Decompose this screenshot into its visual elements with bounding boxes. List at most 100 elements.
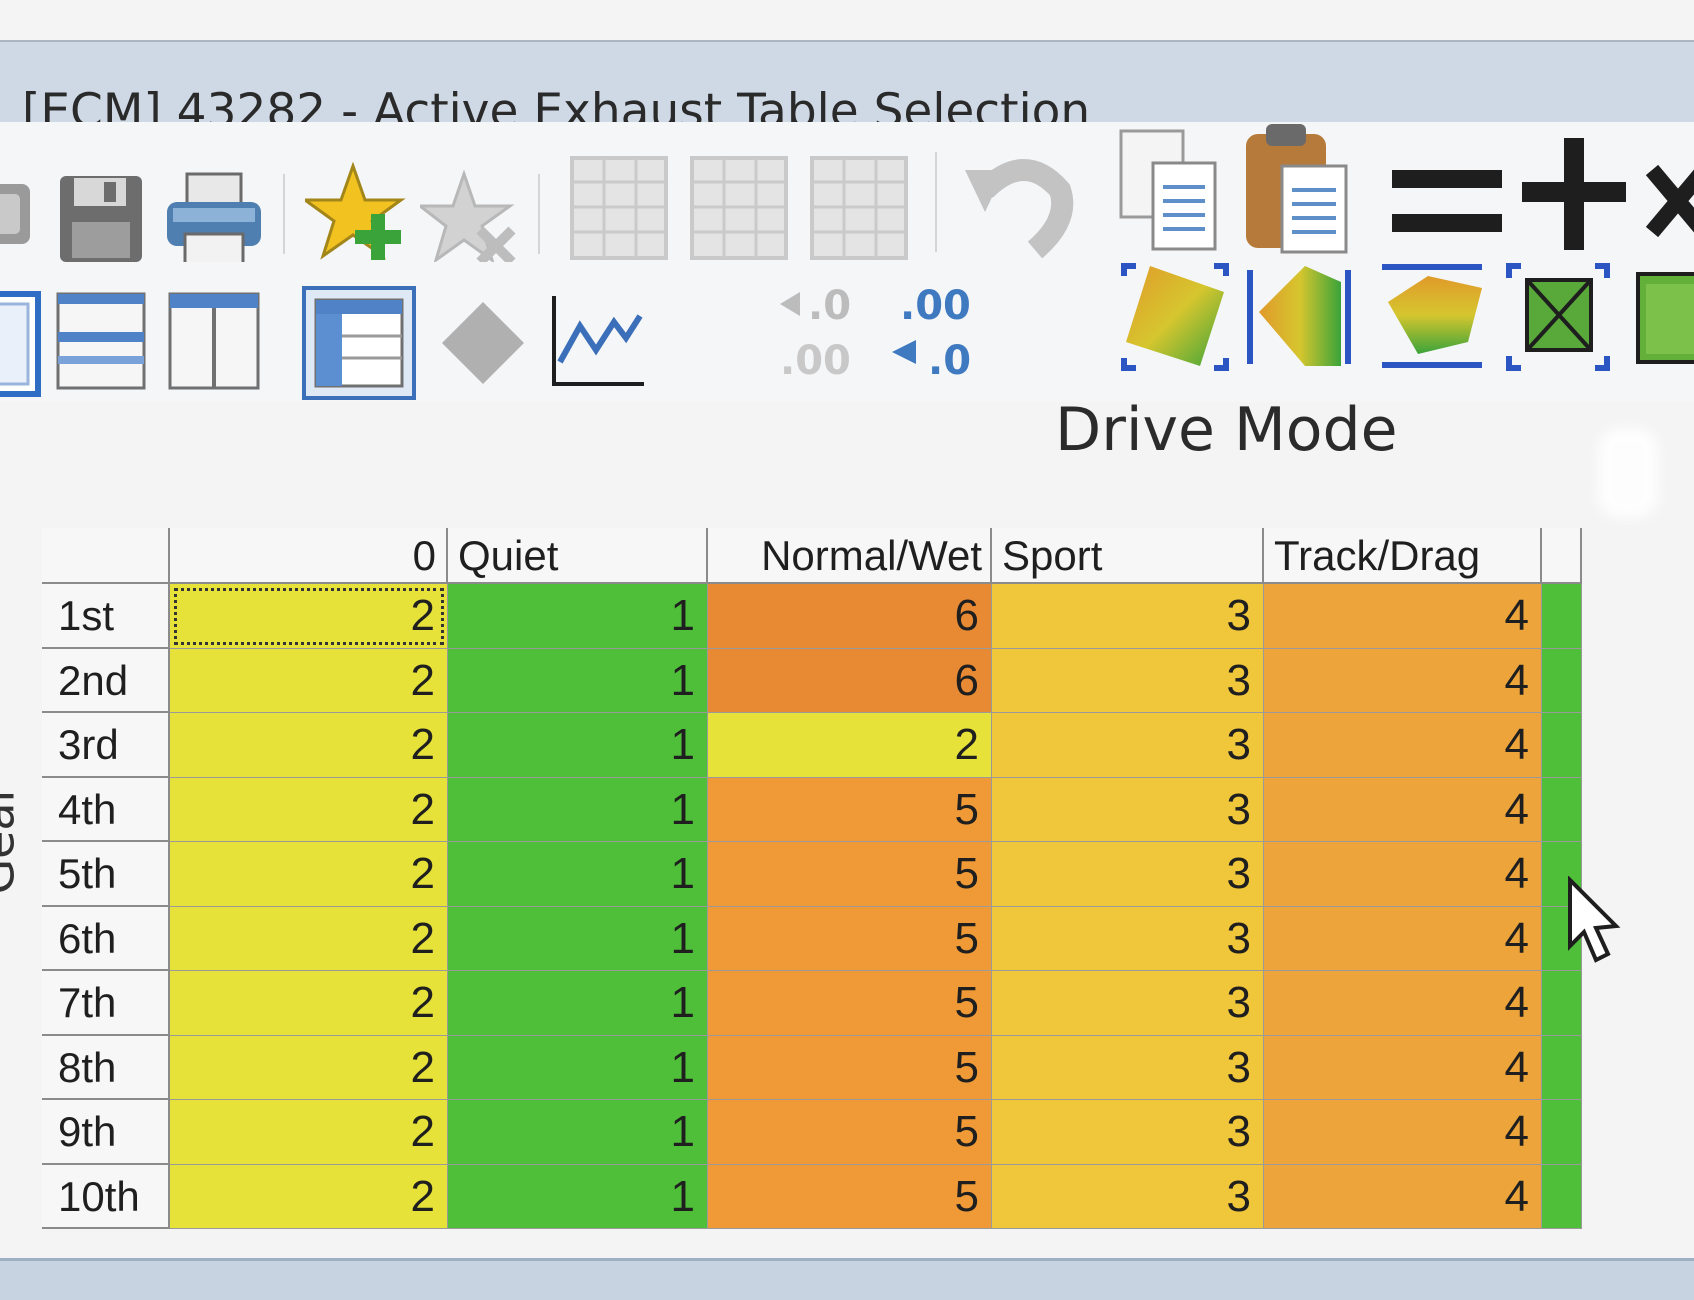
- table-cell[interactable]: 3: [992, 971, 1264, 1036]
- table-cell[interactable]: 2: [170, 842, 448, 907]
- save-icon[interactable]: [58, 174, 146, 266]
- interpolate-horizontal-icon[interactable]: [1245, 262, 1355, 372]
- table-cell[interactable]: 1: [448, 971, 708, 1036]
- table-cell[interactable]: 6: [708, 648, 992, 713]
- print-icon[interactable]: [165, 170, 265, 270]
- column-header[interactable]: Sport: [992, 528, 1264, 584]
- table-cell[interactable]: 2: [170, 777, 448, 842]
- add-favorite-icon[interactable]: [305, 162, 415, 272]
- row-header[interactable]: 3rd: [42, 713, 170, 778]
- table-cell-overflow[interactable]: [1542, 584, 1582, 649]
- fill-icon[interactable]: [1505, 262, 1615, 372]
- smooth-icon[interactable]: [1634, 270, 1694, 370]
- table-view-alt-icon[interactable]: [690, 152, 790, 262]
- table-view-selected-icon[interactable]: [300, 284, 420, 404]
- table-cell[interactable]: 2: [170, 906, 448, 971]
- column-header[interactable]: Track/Drag: [1264, 528, 1542, 584]
- table-cell[interactable]: 3: [992, 1164, 1264, 1229]
- table-cell-overflow[interactable]: [1542, 1100, 1582, 1165]
- table-cell[interactable]: 2: [170, 1100, 448, 1165]
- subtract-icon[interactable]: [1392, 152, 1504, 252]
- table-cell[interactable]: 5: [708, 906, 992, 971]
- row-header[interactable]: 8th: [42, 1035, 170, 1100]
- row-header[interactable]: 4th: [42, 777, 170, 842]
- table-cell-overflow[interactable]: [1542, 648, 1582, 713]
- table-cell[interactable]: 3: [992, 777, 1264, 842]
- table-cell[interactable]: 5: [708, 777, 992, 842]
- paste-icon[interactable]: [1242, 120, 1352, 260]
- table-cell[interactable]: 3: [992, 648, 1264, 713]
- copy-icon[interactable]: [1115, 127, 1225, 257]
- table-cell[interactable]: 1: [448, 1164, 708, 1229]
- table-cell[interactable]: 1: [448, 842, 708, 907]
- graph-icon[interactable]: [548, 292, 648, 392]
- column-header[interactable]: 0: [170, 528, 448, 584]
- table-cell[interactable]: 4: [1264, 584, 1542, 649]
- table-cell[interactable]: 4: [1264, 713, 1542, 778]
- table-cell[interactable]: 3: [992, 584, 1264, 649]
- interpolate-icon[interactable]: [1120, 262, 1230, 372]
- table-cell[interactable]: 5: [708, 842, 992, 907]
- split-vertical-icon[interactable]: [56, 292, 148, 392]
- table-cell[interactable]: 4: [1264, 1100, 1542, 1165]
- table-cell[interactable]: 3: [992, 1100, 1264, 1165]
- table-cell[interactable]: 4: [1264, 906, 1542, 971]
- table-cell[interactable]: 3: [992, 713, 1264, 778]
- table-header-icon[interactable]: [810, 152, 910, 262]
- table-cell[interactable]: 1: [448, 584, 708, 649]
- table-cell-overflow[interactable]: [1542, 1164, 1582, 1229]
- table-cell[interactable]: 4: [1264, 648, 1542, 713]
- table-cell[interactable]: 5: [708, 971, 992, 1036]
- add-icon[interactable]: [1522, 134, 1628, 254]
- table-cell-overflow[interactable]: [1542, 1035, 1582, 1100]
- table-cell[interactable]: 3: [992, 842, 1264, 907]
- column-header[interactable]: Normal/Wet: [708, 528, 992, 584]
- decrease-decimals-icon[interactable]: .0 .00: [778, 274, 873, 384]
- table-cell[interactable]: 1: [448, 648, 708, 713]
- row-header[interactable]: 5th: [42, 842, 170, 907]
- row-header[interactable]: 9th: [42, 1100, 170, 1165]
- table-cell[interactable]: 3: [992, 1035, 1264, 1100]
- table-cell[interactable]: 2: [170, 1035, 448, 1100]
- table-cell-overflow[interactable]: [1542, 971, 1582, 1036]
- table-cell[interactable]: 5: [708, 1100, 992, 1165]
- table-cell[interactable]: 1: [448, 1035, 708, 1100]
- table-cell[interactable]: 4: [1264, 777, 1542, 842]
- table-view-icon[interactable]: [570, 152, 670, 262]
- table-layout-icon[interactable]: [168, 292, 262, 392]
- table-cell[interactable]: 3: [992, 906, 1264, 971]
- table-cell[interactable]: 1: [448, 777, 708, 842]
- column-header[interactable]: Quiet: [448, 528, 708, 584]
- table-cell[interactable]: 4: [1264, 1035, 1542, 1100]
- row-header[interactable]: 6th: [42, 906, 170, 971]
- multiply-icon[interactable]: [1644, 152, 1694, 252]
- table-cell[interactable]: 5: [708, 1164, 992, 1229]
- table-cell[interactable]: 1: [448, 1100, 708, 1165]
- open-icon[interactable]: [0, 174, 40, 254]
- table-cell[interactable]: 4: [1264, 1164, 1542, 1229]
- row-header[interactable]: 1st: [42, 584, 170, 649]
- table-cell[interactable]: 2: [170, 1164, 448, 1229]
- row-header[interactable]: 2nd: [42, 648, 170, 713]
- table-cell-overflow[interactable]: [1542, 713, 1582, 778]
- table-cell[interactable]: 1: [448, 906, 708, 971]
- undo-icon[interactable]: [965, 150, 1075, 260]
- row-header[interactable]: 10th: [42, 1164, 170, 1229]
- split-horizontal-icon[interactable]: [0, 290, 44, 400]
- table-cell[interactable]: 5: [708, 1035, 992, 1100]
- increase-decimals-icon[interactable]: .00 .0: [888, 274, 998, 384]
- table-cell[interactable]: 2: [170, 971, 448, 1036]
- remove-favorite-icon[interactable]: [420, 170, 520, 270]
- table-cell[interactable]: 2: [708, 713, 992, 778]
- table-cell-overflow[interactable]: [1542, 777, 1582, 842]
- diamond-icon[interactable]: [438, 298, 528, 388]
- table-cell[interactable]: 4: [1264, 971, 1542, 1036]
- table-cell[interactable]: 2: [170, 584, 448, 649]
- table-cell[interactable]: 6: [708, 584, 992, 649]
- table-cell[interactable]: 2: [170, 713, 448, 778]
- table-cell[interactable]: 2: [170, 648, 448, 713]
- interpolate-vertical-icon[interactable]: [1378, 262, 1488, 372]
- row-header[interactable]: 7th: [42, 971, 170, 1036]
- table-cell[interactable]: 1: [448, 713, 708, 778]
- table-cell[interactable]: 4: [1264, 842, 1542, 907]
